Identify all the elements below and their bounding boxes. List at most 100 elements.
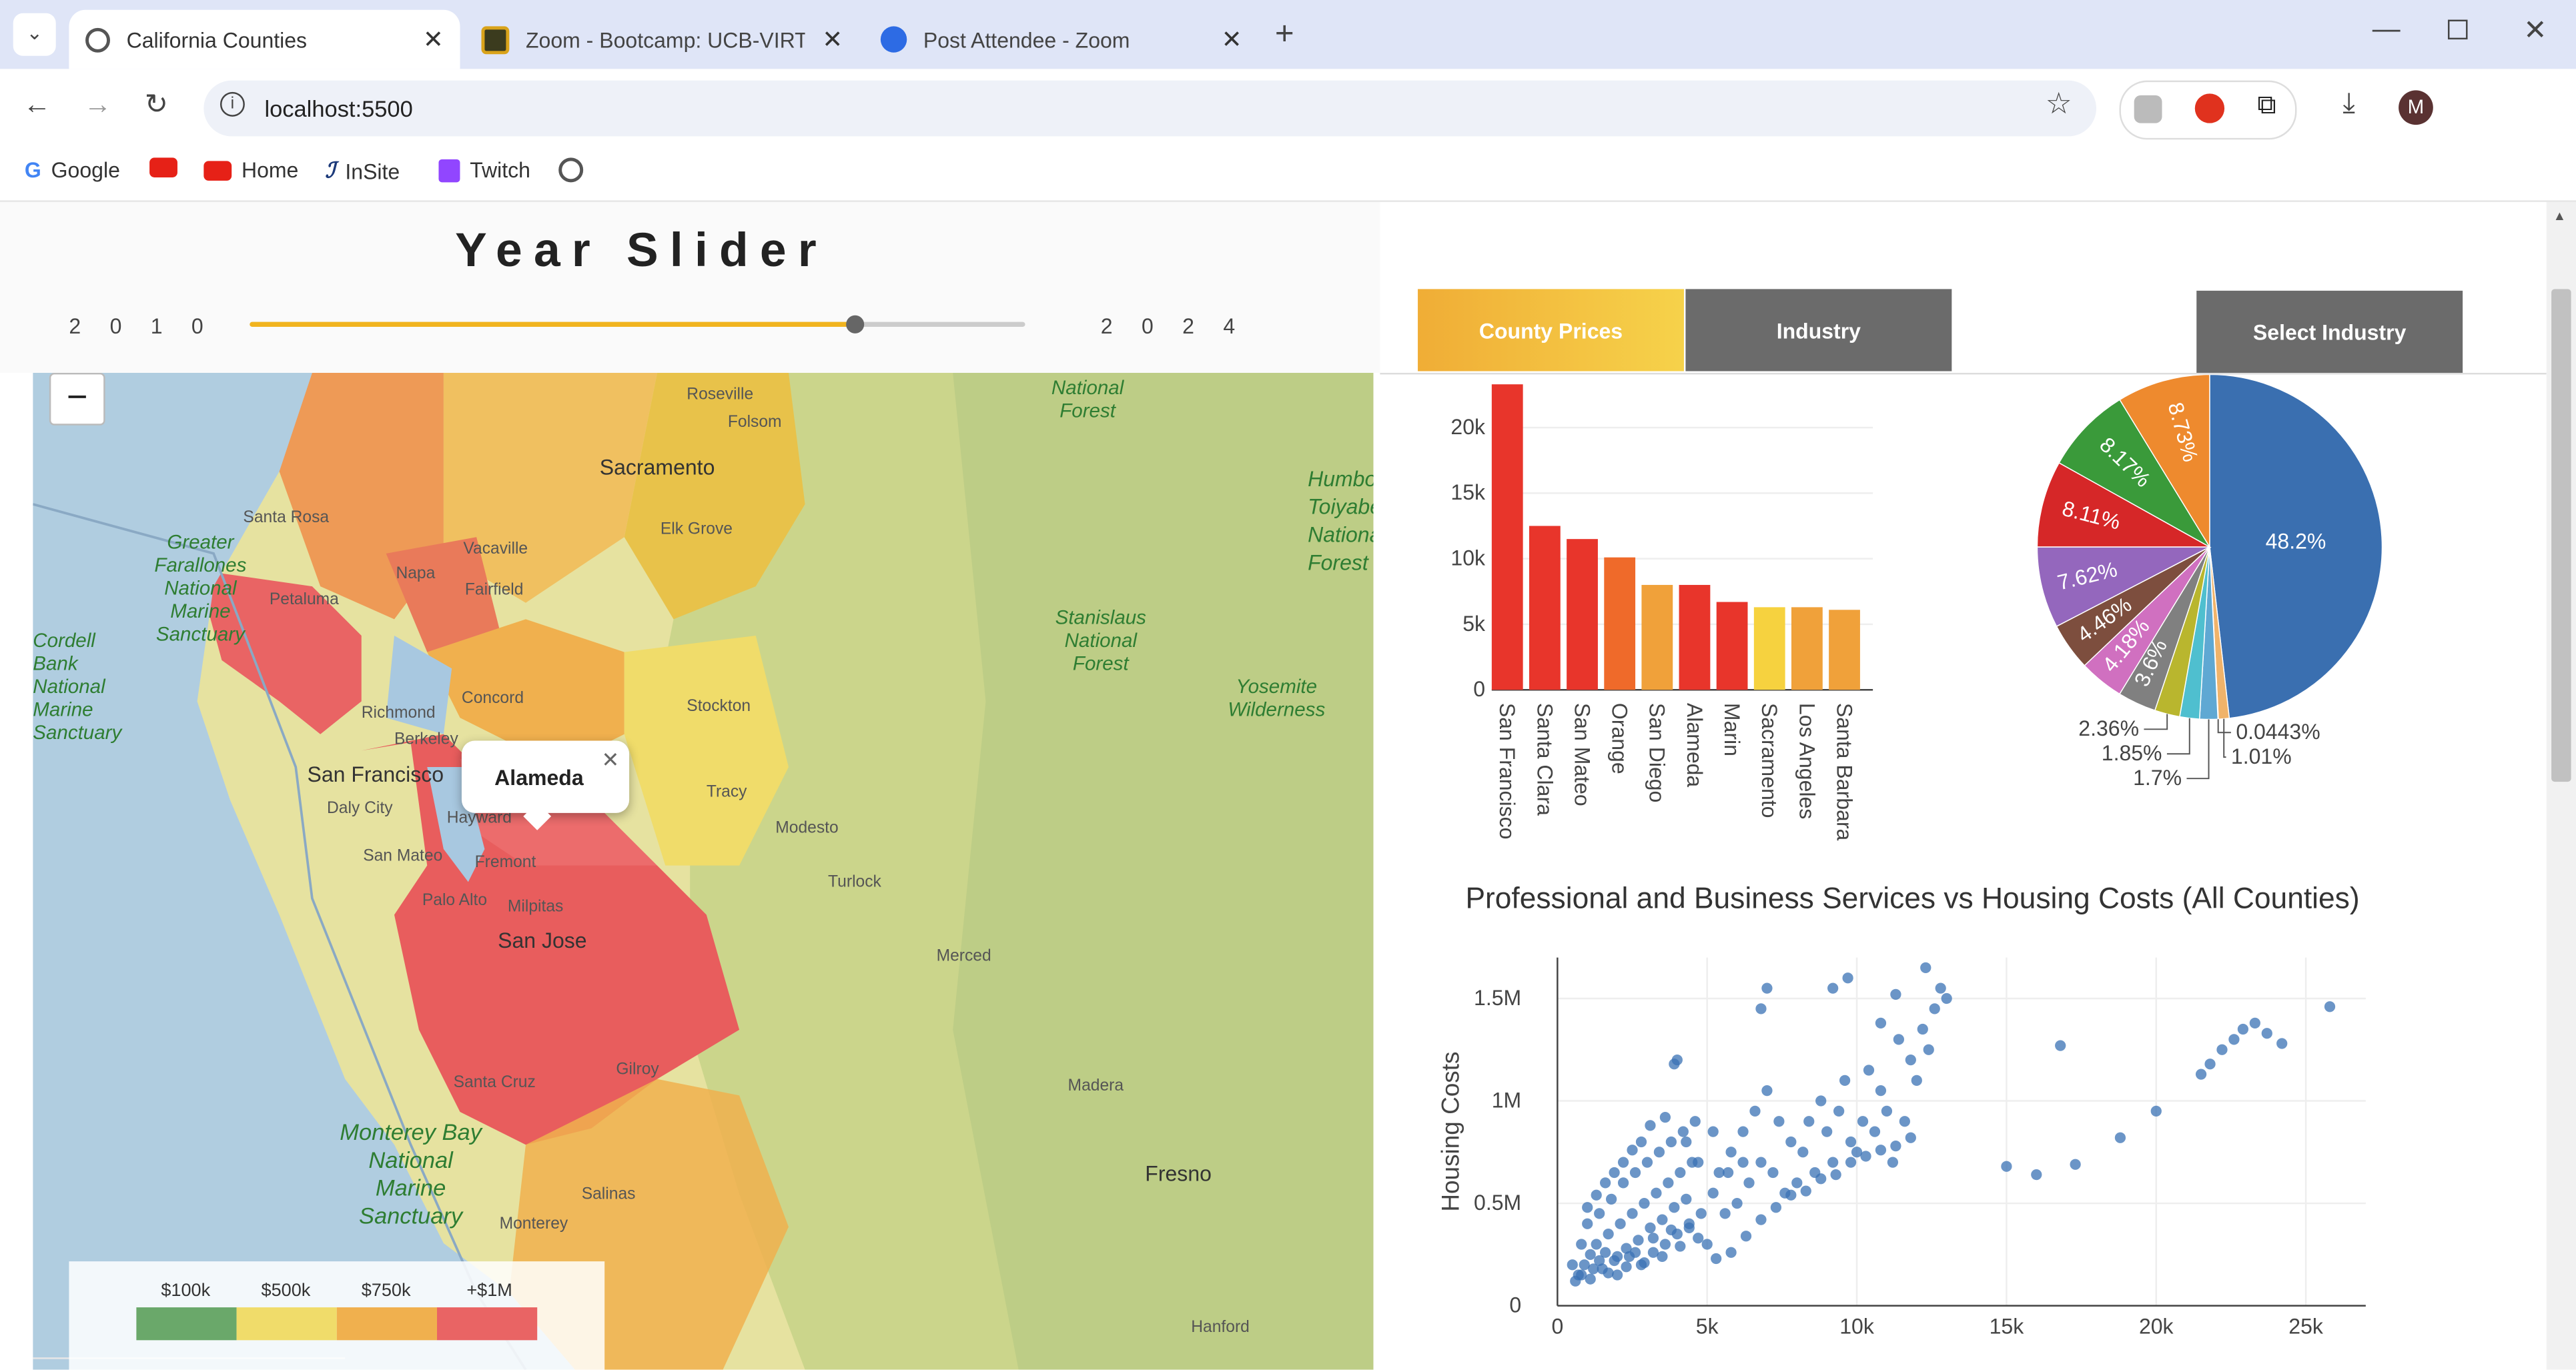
scatter-point[interactable] [1719, 1208, 1731, 1219]
scatter-point[interactable] [1663, 1177, 1674, 1189]
scatter-point[interactable] [1803, 1116, 1815, 1127]
bookmark-youtube[interactable] [149, 157, 187, 177]
scatter-point[interactable] [1881, 1105, 1893, 1117]
scatter-point[interactable] [1669, 1202, 1680, 1213]
scatter-point[interactable] [1815, 1095, 1827, 1107]
scatter-point[interactable] [1722, 1167, 1734, 1179]
scatter-point[interactable] [1827, 1157, 1839, 1168]
close-window-icon[interactable]: ✕ [2523, 15, 2547, 47]
scatter-point[interactable] [1659, 1111, 1671, 1123]
scatter-point[interactable] [1869, 1126, 1881, 1137]
scatter-point[interactable] [2055, 1040, 2066, 1051]
scatter-point[interactable] [2001, 1161, 2012, 1172]
bar[interactable] [1716, 602, 1748, 690]
bar[interactable] [1604, 557, 1636, 690]
scatter-point[interactable] [1639, 1257, 1650, 1269]
scatter-point[interactable] [1603, 1229, 1614, 1240]
scatter-point[interactable] [1594, 1208, 1605, 1219]
adblock-icon[interactable] [2194, 93, 2225, 123]
scatter-point[interactable] [1635, 1136, 1647, 1148]
scrollbar-thumb[interactable] [2551, 289, 2571, 782]
scatter-point[interactable] [1615, 1218, 1626, 1229]
scatter-point[interactable] [1887, 1157, 1899, 1168]
scatter-point[interactable] [1645, 1222, 1656, 1234]
scatter-point[interactable] [2324, 1001, 2336, 1012]
minimize-icon[interactable]: — [2373, 13, 2401, 46]
scatter-point[interactable] [1821, 1126, 1833, 1137]
scatter-point[interactable] [1609, 1167, 1620, 1179]
scatter-point[interactable] [1755, 1003, 1767, 1014]
scatter-point[interactable] [2237, 1023, 2249, 1035]
scatter-point[interactable] [1693, 1157, 1704, 1168]
tab-california-counties[interactable]: California Counties ✕ [69, 9, 460, 69]
bar[interactable] [1679, 584, 1711, 690]
bookmark-star-icon[interactable]: ☆ [2046, 87, 2072, 122]
scatter-point[interactable] [1917, 1023, 1928, 1035]
site-info-icon[interactable]: i [220, 91, 245, 117]
bar[interactable] [1567, 539, 1598, 690]
scatter-point[interactable] [1707, 1126, 1719, 1137]
address-bar[interactable]: i localhost:5500 ☆ [203, 80, 2097, 137]
scroll-up-arrow-icon[interactable]: ▲ [2553, 209, 2567, 223]
scatter-point[interactable] [1737, 1126, 1749, 1137]
download-icon[interactable]: ⤓ [2342, 87, 2355, 120]
scatter-point[interactable] [1911, 1075, 1922, 1086]
scatter-point[interactable] [2204, 1059, 2216, 1070]
scatter-point[interactable] [1785, 1136, 1797, 1148]
scatter-point[interactable] [1797, 1147, 1809, 1158]
close-tab-icon[interactable]: ✕ [423, 25, 444, 54]
profile-avatar[interactable]: M [2399, 90, 2433, 125]
scatter-point[interactable] [1677, 1126, 1689, 1137]
scatter-point[interactable] [1665, 1136, 1677, 1148]
scatter-point[interactable] [1657, 1251, 1668, 1263]
reload-icon[interactable]: ↻ [145, 89, 168, 121]
scatter-point[interactable] [1627, 1145, 1638, 1156]
scatter-point[interactable] [1875, 1085, 1887, 1097]
scatter-point[interactable] [1830, 1169, 1841, 1181]
scatter-point[interactable] [2195, 1069, 2207, 1080]
scatter-point[interactable] [1749, 1105, 1761, 1117]
tab-zoom-bootcamp[interactable]: Zoom - Bootcamp: UCB-VIRT-D ✕ [468, 10, 859, 69]
scatter-point[interactable] [1629, 1247, 1641, 1258]
scatter-point[interactable] [1743, 1177, 1755, 1189]
scatter-point[interactable] [1860, 1151, 1871, 1162]
scatter-point[interactable] [1740, 1231, 1752, 1242]
scatter-point[interactable] [1890, 988, 1901, 1000]
scatter-point[interactable] [1695, 1208, 1707, 1219]
scatter-point[interactable] [1773, 1116, 1785, 1127]
scatter-point[interactable] [1845, 1157, 1857, 1168]
scatter-point[interactable] [1639, 1197, 1650, 1209]
scatter-point[interactable] [1627, 1208, 1638, 1219]
scatter-point[interactable] [1689, 1116, 1701, 1127]
scatter-point[interactable] [2228, 1034, 2240, 1045]
scatter-point[interactable] [1659, 1239, 1671, 1250]
scatter-point[interactable] [1603, 1267, 1614, 1279]
scatter-point[interactable] [1833, 1105, 1845, 1117]
scatter-point[interactable] [1605, 1193, 1617, 1205]
bar[interactable] [1529, 526, 1561, 690]
scatter-point[interactable] [1681, 1193, 1692, 1205]
bookmark-google[interactable]: G Google [25, 157, 120, 182]
scatter-point[interactable] [1591, 1239, 1602, 1250]
back-arrow-icon[interactable]: ← [23, 89, 51, 121]
scatter-point[interactable] [1617, 1177, 1629, 1189]
close-tab-icon[interactable]: ✕ [822, 25, 843, 54]
scatter-point[interactable] [1791, 1177, 1803, 1189]
scatter-point[interactable] [1681, 1136, 1692, 1148]
scatter-point[interactable] [1591, 1189, 1602, 1201]
bar[interactable] [1829, 610, 1860, 690]
scatter-point[interactable] [2261, 1028, 2272, 1039]
scatter-point[interactable] [1641, 1157, 1653, 1168]
scatter-point[interactable] [1845, 1136, 1857, 1148]
scatter-point[interactable] [1923, 1044, 1934, 1055]
bar[interactable] [1491, 384, 1523, 690]
scatter-point[interactable] [1647, 1233, 1659, 1244]
bar[interactable] [1791, 607, 1823, 690]
forward-arrow-icon[interactable]: → [84, 89, 112, 121]
year-slider-handle[interactable] [846, 315, 865, 333]
scatter-point[interactable] [1707, 1187, 1719, 1199]
scatter-point[interactable] [1669, 1059, 1680, 1070]
scatter-point[interactable] [1594, 1255, 1605, 1267]
extension-icon[interactable] [2134, 95, 2162, 123]
scatter-point[interactable] [1567, 1259, 1578, 1271]
